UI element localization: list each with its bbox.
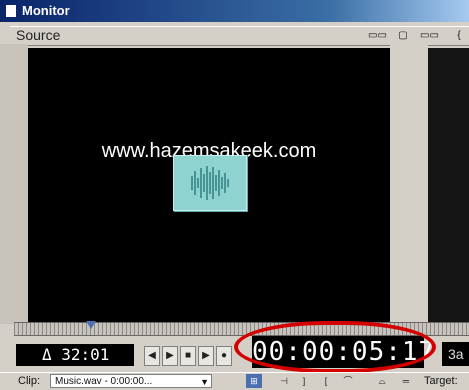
program-monitor [428, 48, 469, 322]
highlight-ellipse [234, 321, 436, 373]
trim-view-button[interactable]: ▭▭ [420, 29, 439, 43]
source-monitor: www.hazemsakeek.com [28, 48, 390, 322]
go-to-out-button[interactable]: [ [318, 374, 334, 388]
insert-button[interactable]: ⌓ [374, 374, 390, 388]
play-button[interactable]: ▶ [198, 346, 214, 366]
marker-button[interactable]: ⌒ [340, 374, 356, 388]
title-bar: Monitor [0, 0, 469, 22]
loop-button[interactable]: ● [216, 346, 232, 366]
target-label: Target: [424, 375, 458, 387]
window-title: Monitor [22, 3, 70, 18]
left-frame [0, 44, 28, 324]
go-to-in-button[interactable]: ] [296, 374, 312, 388]
step-back-button[interactable]: ◀ [144, 346, 160, 366]
program-timecode: 3a [442, 342, 469, 366]
clip-dropdown[interactable]: Music.wav - 0:00:00... ▼ [50, 374, 212, 388]
playhead-marker[interactable] [86, 321, 96, 329]
step-forward-button[interactable]: ▶ [162, 346, 178, 366]
source-header: Source ▭▭ ▢ ▭▭ { [10, 26, 469, 46]
clip-label: Clip: [18, 375, 41, 387]
stop-button[interactable]: ■ [180, 346, 196, 366]
menu-button[interactable]: { [450, 29, 468, 43]
single-view-button[interactable]: ▢ [394, 29, 412, 43]
dual-view-button[interactable]: ▭▭ [368, 29, 387, 43]
monitor-splitter[interactable] [390, 44, 428, 324]
clip-bar: Clip: Music.wav - 0:00:00... ▼ ⊞ ⊣ ] [ ⌒… [0, 372, 469, 390]
monitor-window-icon [6, 5, 16, 17]
source-label: Source [16, 27, 61, 43]
audio-waveform-icon [173, 155, 247, 211]
mark-in-button[interactable]: ⊞ [246, 374, 262, 388]
chevron-down-icon: ▼ [200, 377, 209, 387]
duration-display: Δ 32:01 [16, 344, 134, 366]
overlay-button[interactable]: ═ [398, 374, 414, 388]
mark-out-button[interactable]: ⊣ [276, 374, 292, 388]
clip-selected-value: Music.wav - 0:00:00... [55, 376, 153, 387]
